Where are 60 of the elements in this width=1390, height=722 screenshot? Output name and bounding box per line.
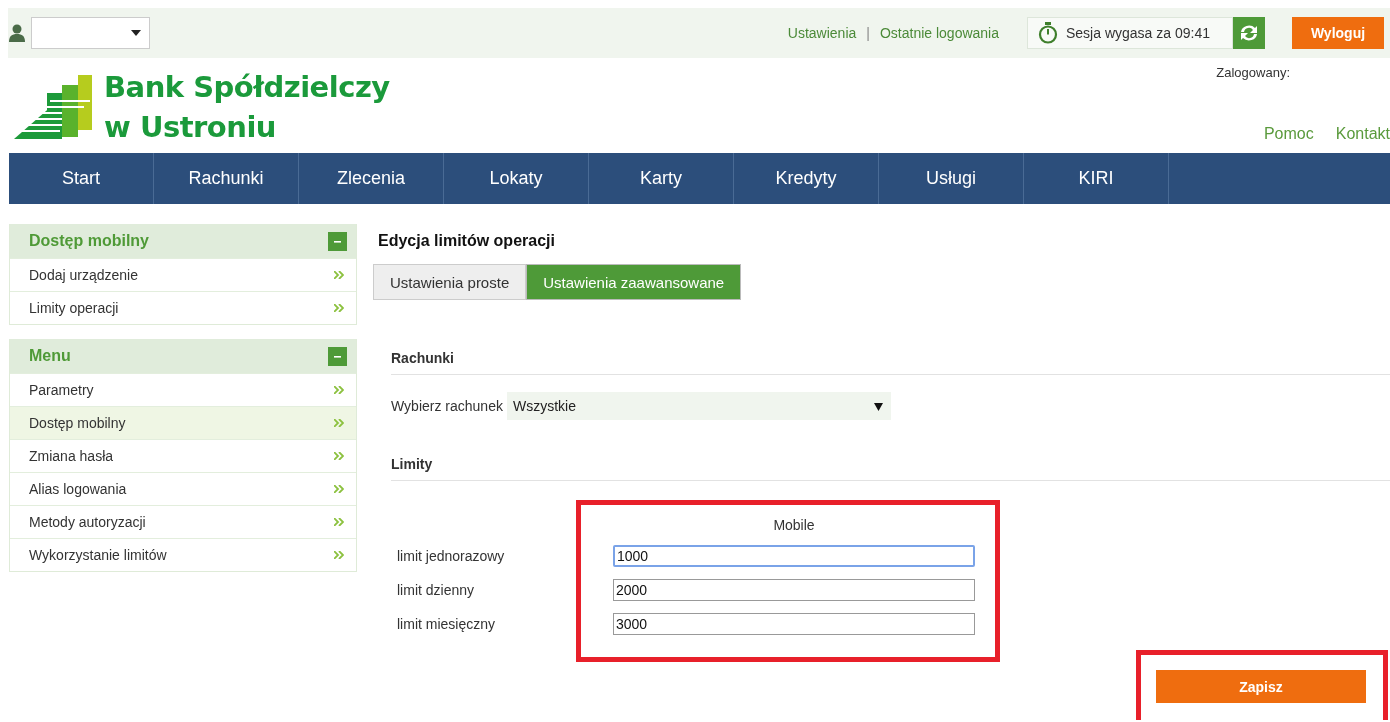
- refresh-button[interactable]: [1233, 17, 1265, 49]
- logo-text: w Ustroniu: [104, 108, 278, 146]
- field-label: limit dzienny: [397, 582, 476, 598]
- item-label: Alias logowania: [29, 481, 127, 497]
- header-link[interactable]: Kontakt: [1335, 125, 1390, 143]
- double-chevron-icon: [334, 386, 344, 394]
- double-chevron-icon: [334, 304, 344, 312]
- nav-item[interactable]: Karty: [589, 153, 734, 204]
- session-text: Sesja wygasa za 09:41: [1066, 25, 1210, 41]
- double-chevron-icon: [334, 419, 344, 427]
- panel-title: Menu: [29, 347, 71, 365]
- item-label: Metody autoryzacji: [29, 514, 146, 530]
- caret-icon: [131, 30, 141, 36]
- tab[interactable]: Ustawienia proste: [373, 264, 527, 300]
- item-label: Dostęp mobilny: [29, 415, 126, 431]
- nav-item[interactable]: Kredyty: [734, 153, 879, 204]
- nav-item[interactable]: Rachunki: [154, 153, 299, 204]
- header-link[interactable]: Pomoc: [1263, 125, 1314, 143]
- double-chevron-icon: [334, 485, 344, 493]
- settings-link[interactable]: Ustawienia: [787, 25, 857, 41]
- double-chevron-icon: [334, 452, 344, 460]
- collapse-icon[interactable]: [328, 346, 347, 366]
- item-label: Zmiana hasła: [29, 448, 114, 464]
- column-heading: Mobile: [772, 517, 816, 533]
- nav-item[interactable]: Lokaty: [444, 153, 589, 204]
- logged-in-label: Zalogowany:: [1216, 65, 1290, 80]
- refresh-icon: [1238, 23, 1260, 43]
- double-chevron-icon: [334, 271, 344, 279]
- user-select[interactable]: [31, 17, 150, 49]
- logo-text: Bank Spółdzielczy: [104, 68, 390, 106]
- double-chevron-icon: [334, 551, 344, 559]
- logo-icon: [14, 72, 94, 141]
- link-separator: |: [866, 25, 870, 41]
- sidebar-item[interactable]: Dostęp mobilny: [10, 406, 356, 439]
- last-logins-link[interactable]: Ostatnie logowania: [879, 25, 999, 41]
- stopwatch-icon: [1038, 22, 1058, 44]
- nav-item[interactable]: Zlecenia: [299, 153, 444, 204]
- limit-input[interactable]: 1000: [613, 545, 975, 567]
- account-select[interactable]: Wszystkie: [506, 392, 891, 420]
- section-heading: Rachunki: [391, 350, 1390, 375]
- item-label: Dodaj urządzenie: [29, 267, 138, 283]
- caret-icon: [873, 401, 883, 411]
- double-chevron-icon: [334, 518, 344, 526]
- field-label: limit miesięczny: [397, 616, 496, 632]
- limit-input[interactable]: 3000: [613, 613, 975, 635]
- field-label: Wybierz rachunek: [391, 398, 503, 414]
- nav-item[interactable]: Usługi: [879, 153, 1024, 204]
- tab[interactable]: Ustawienia zaawansowane: [526, 264, 742, 300]
- field-label: limit jednorazowy: [397, 548, 506, 564]
- section-heading: Limity: [391, 456, 1390, 481]
- item-label: Parametry: [29, 382, 94, 398]
- nav-item[interactable]: KIRI: [1024, 153, 1169, 204]
- item-label: Wykorzystanie limitów: [29, 547, 167, 563]
- limit-input[interactable]: 2000: [613, 579, 975, 601]
- nav-item[interactable]: Start: [9, 153, 154, 204]
- page-title: Edycja limitów operacji: [378, 232, 556, 250]
- item-label: Limity operacji: [29, 300, 119, 316]
- user-icon: [8, 23, 26, 43]
- collapse-icon[interactable]: [328, 231, 347, 251]
- panel-title: Dostęp mobilny: [29, 232, 149, 250]
